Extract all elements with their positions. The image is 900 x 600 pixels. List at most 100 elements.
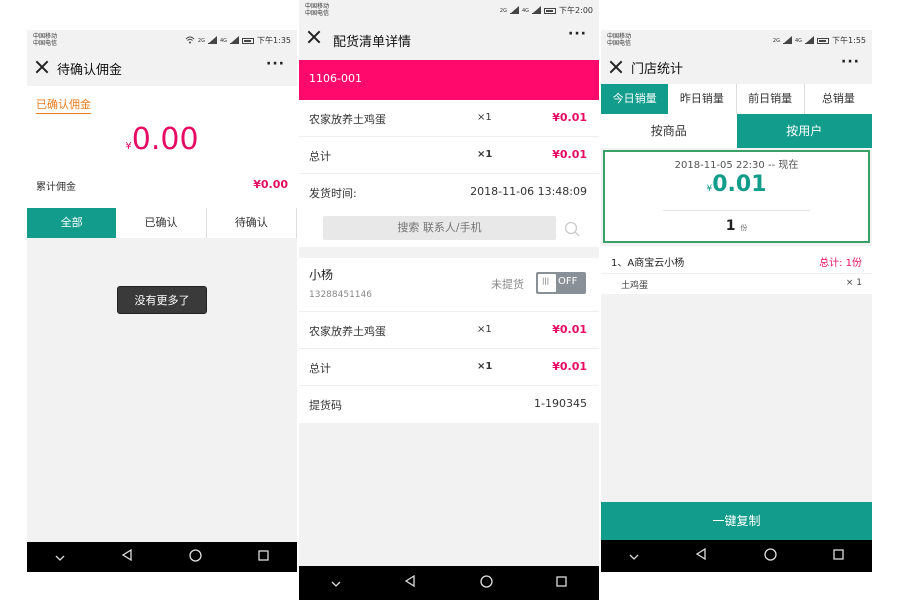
phone-commission-screen: 中国移动 中国电信 2G 4G 下午1:35 待确认佣金 ··· 已确认佣金 ¥… [27, 30, 297, 572]
signal-label-1: 2G [499, 7, 507, 14]
more-icon[interactable]: ··· [266, 56, 285, 72]
chevron-down-icon[interactable] [331, 575, 341, 591]
carrier-2: 中国电信 [33, 40, 58, 47]
more-icon[interactable]: ··· [841, 54, 860, 70]
total-label: 总计 [309, 362, 331, 375]
more-icon[interactable]: ··· [568, 26, 587, 42]
store-user-name: 1、A商宝云小杨 [611, 258, 685, 269]
back-icon[interactable] [695, 547, 707, 564]
chevron-down-icon[interactable] [55, 549, 65, 565]
pickup-code-label: 提货码 [309, 399, 342, 412]
status-bar: 中国移动 中国电信 2G 4G 下午2:00 [299, 0, 599, 20]
tab-pending[interactable]: 待确认 [207, 208, 297, 238]
close-icon[interactable] [307, 30, 321, 44]
total-row: 总计 ×1 ¥0.01 [299, 137, 599, 174]
date-range: 2018-11-05 22:30 -- 现在 [674, 160, 799, 171]
tab-by-user[interactable]: 按用户 [736, 114, 872, 148]
home-icon[interactable] [763, 547, 777, 565]
divider [663, 210, 810, 211]
quantity-unit: 份 [740, 224, 748, 232]
signal-icon [509, 6, 519, 14]
back-icon[interactable] [121, 548, 133, 565]
order-id-header: 1106-001 [299, 60, 599, 100]
android-nav-bar [299, 566, 599, 600]
toggle-knob [538, 274, 556, 292]
carrier-1: 中国移动 [33, 33, 58, 40]
total-price: ¥0.01 [552, 148, 587, 161]
confirmed-commission-link[interactable]: 已确认佣金 [36, 96, 91, 114]
signal-label-2: 4G [521, 7, 530, 14]
ship-time-row: 发货时间: 2018-11-06 13:48:09 [299, 174, 599, 211]
filter-tabs: 全部 已确认 待确认 [27, 208, 297, 238]
tab-all[interactable]: 全部 [27, 208, 117, 238]
item-name: 土鸡蛋 [621, 281, 649, 291]
recents-icon[interactable] [556, 575, 567, 591]
signal-label-2: 4G [794, 37, 803, 44]
tab-total-sales[interactable]: 总销量 [805, 84, 872, 114]
store-user-row: 1、A商宝云小杨 总计: 1份 [601, 246, 872, 274]
carrier-2: 中国电信 [305, 10, 330, 17]
close-icon[interactable] [609, 60, 623, 74]
tab-today-sales[interactable]: 今日销量 [601, 84, 669, 114]
signal-icon [230, 36, 240, 44]
item-qty: ×1 [477, 112, 492, 123]
carrier-2: 中国电信 [607, 40, 632, 47]
signal-icon [532, 6, 542, 14]
tab-day-before-sales[interactable]: 前日销量 [737, 84, 805, 114]
home-icon[interactable] [480, 574, 493, 592]
chevron-down-icon[interactable] [629, 548, 639, 564]
page-title: 待确认佣金 [57, 63, 123, 78]
battery-icon [817, 37, 830, 44]
carrier-info: 中国移动 中国电信 [607, 33, 631, 47]
recents-icon[interactable] [833, 548, 844, 564]
search-input[interactable] [323, 216, 556, 240]
section-divider [299, 247, 599, 258]
sales-summary-card: 2018-11-05 22:30 -- 现在 ¥0.01 1 份 [603, 150, 870, 243]
clock: 下午1:35 [257, 36, 291, 45]
clock: 下午2:00 [559, 6, 593, 15]
total-commission-value: ¥0.00 [253, 178, 288, 191]
status-icons: 2G 4G 下午2:00 [500, 5, 593, 16]
customer-name: 小杨 [309, 268, 334, 282]
sales-quantity: 1 份 [605, 218, 868, 234]
group-by-tabs: 按商品 按用户 [601, 114, 872, 148]
back-icon[interactable] [404, 574, 416, 591]
signal-label-1: 2G [197, 37, 205, 44]
quantity-value: 1 [725, 218, 736, 234]
item-name: 农家放养土鸡蛋 [309, 325, 386, 338]
total-price: ¥0.01 [552, 360, 587, 373]
ship-time-value: 2018-11-06 13:48:09 [470, 185, 587, 198]
recents-icon[interactable] [258, 549, 269, 565]
item-row: 农家放养土鸡蛋 ×1 ¥0.01 [299, 312, 599, 349]
carrier-1: 中国移动 [607, 33, 632, 40]
pickup-status: 未提货 [491, 278, 524, 291]
tab-confirmed[interactable]: 已确认 [116, 208, 207, 238]
signal-icon [207, 36, 217, 44]
signal-icon [782, 36, 792, 44]
status-bar: 中国移动 中国电信 2G 4G 下午1:55 [601, 30, 872, 50]
close-icon[interactable] [35, 60, 49, 74]
item-price: ¥0.01 [552, 111, 587, 124]
battery-icon [242, 37, 255, 44]
android-nav-bar [601, 540, 872, 572]
sales-amount: ¥0.01 [605, 172, 868, 197]
customer-row: 小杨 13288451146 未提货 OFF [299, 258, 599, 312]
customer-phone: 13288451146 [309, 290, 372, 300]
ship-time-label: 发货时间: [309, 187, 357, 200]
home-icon[interactable] [189, 548, 202, 566]
search-icon[interactable] [564, 221, 580, 237]
amount-value: 0.01 [712, 172, 767, 197]
copy-all-button[interactable]: 一键复制 [601, 502, 872, 540]
pickup-toggle[interactable]: OFF [536, 272, 586, 294]
search-bar [299, 211, 599, 247]
page-title: 配货清单详情 [333, 35, 412, 50]
phone-delivery-detail-screen: 中国移动 中国电信 2G 4G 下午2:00 配货清单详情 ··· 1106-0… [299, 0, 599, 600]
carrier-1: 中国移动 [305, 3, 330, 10]
total-commission-row: 累计佣金 ¥0.00 [36, 178, 288, 193]
phone-store-stats-screen: 中国移动 中国电信 2G 4G 下午1:55 门店统计 ··· 今日销量 昨日销… [601, 30, 872, 572]
item-qty: ×1 [477, 324, 492, 335]
tab-by-product[interactable]: 按商品 [601, 114, 737, 148]
tab-yesterday-sales[interactable]: 昨日销量 [668, 84, 737, 114]
carrier-info: 中国移动 中国电信 [33, 33, 57, 47]
total-row: 总计 ×1 ¥0.01 [299, 349, 599, 386]
